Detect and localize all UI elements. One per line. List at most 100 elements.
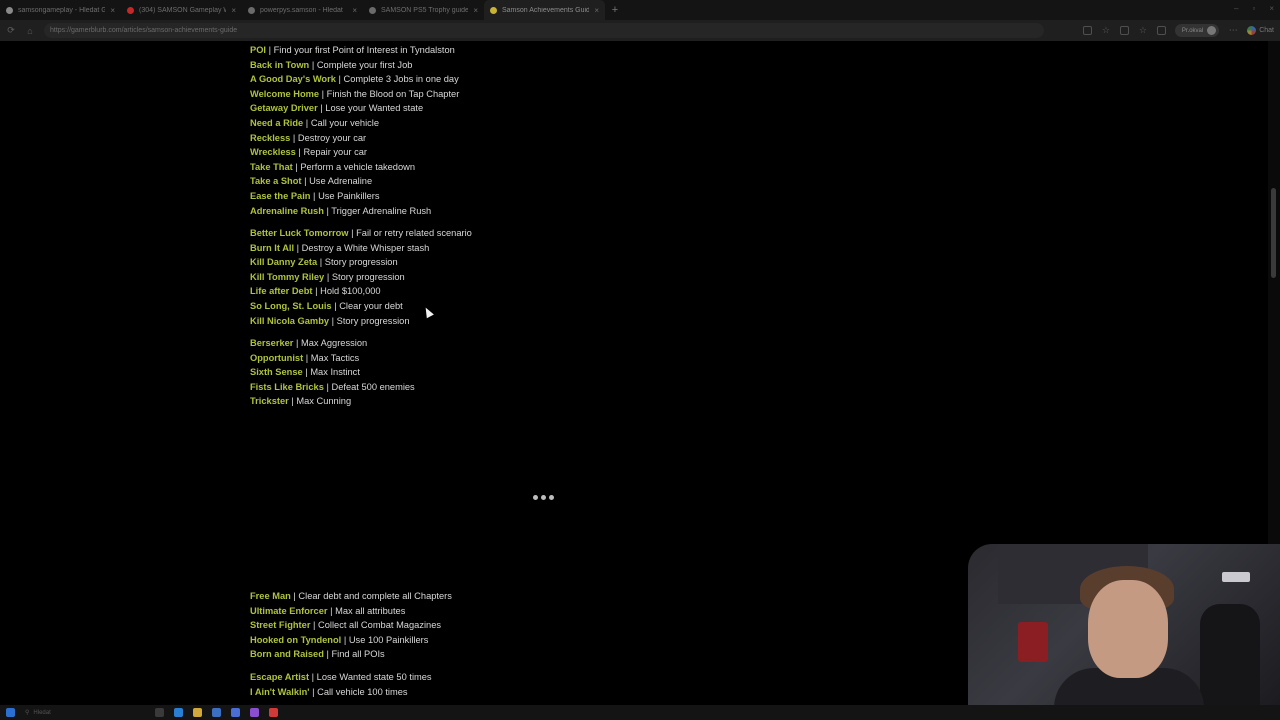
tab-close-icon[interactable]: ×	[110, 6, 115, 15]
achievement-name: Reckless	[250, 132, 291, 143]
achievement-item: Wreckless | Repair your car	[250, 145, 459, 160]
tab-favicon-icon	[6, 6, 13, 14]
extensions-icon[interactable]	[1082, 26, 1092, 35]
achievement-group: Berserker | Max Aggression Opportunist | …	[250, 336, 415, 409]
achievement-description: Destroy your car	[297, 132, 367, 143]
taskbar-search[interactable]: ⚲ Hledat	[25, 709, 145, 717]
tab-close-icon[interactable]: ×	[352, 6, 357, 15]
achievement-name: Kill Tommy Riley	[250, 271, 325, 282]
achievement-description: Find your first Point of Interest in Tyn…	[273, 45, 455, 55]
bookmark-star-icon[interactable]: ☆	[1101, 25, 1111, 36]
favorites-icon[interactable]: ☆	[1138, 25, 1148, 36]
separator: |	[312, 286, 321, 297]
store-icon[interactable]	[212, 708, 221, 717]
achievement-description: Complete 3 Jobs in one day	[343, 74, 459, 85]
edge-icon[interactable]	[174, 708, 183, 717]
achievement-item: Kill Danny Zeta | Story progression	[250, 255, 472, 270]
new-tab-button[interactable]: +	[607, 2, 623, 18]
tab-close-icon[interactable]: ×	[594, 6, 599, 15]
copilot-chat-button[interactable]: Chat	[1247, 26, 1274, 35]
home-icon[interactable]: ⌂	[25, 26, 35, 36]
close-window-icon[interactable]: ×	[1269, 4, 1274, 13]
achievement-item: Ultimate Enforcer | Max all attributes	[250, 604, 452, 619]
reload-icon[interactable]: ⟳	[6, 25, 16, 36]
achievement-item: Getaway Driver | Lose your Wanted state	[250, 101, 459, 116]
achievement-item: Life after Debt | Hold $100,000	[250, 284, 472, 299]
obs-icon[interactable]	[250, 708, 259, 717]
profile-label: Pr.okval	[1181, 27, 1204, 34]
start-icon[interactable]	[6, 708, 15, 717]
achievement-description: Use Adrenaline	[309, 176, 373, 187]
achievement-description: Story progression	[331, 271, 405, 282]
achievement-name: Wreckless	[250, 147, 296, 158]
more-menu-icon[interactable]: ⋯	[1228, 25, 1238, 36]
achievement-item: Reckless | Destroy your car	[250, 131, 459, 146]
achievement-description: Lose your Wanted state	[325, 103, 424, 114]
chrome-icon[interactable]	[269, 708, 278, 717]
profile-button[interactable]: Pr.okval	[1174, 24, 1220, 37]
achievement-description: Defeat 500 enemies	[331, 381, 415, 392]
achievement-name: Street Fighter	[250, 620, 311, 631]
separator: |	[341, 634, 349, 645]
browser-tab[interactable]: samsongameplay - Hledat Googl... ×	[0, 0, 121, 20]
task-view-icon[interactable]	[155, 708, 164, 717]
achievement-item: I Ain't Walkin' | Call vehicle 100 times	[250, 685, 432, 700]
loading-indicator	[533, 495, 554, 500]
achievement-item: Fists Like Bricks | Defeat 500 enemies	[250, 380, 415, 395]
os-taskbar: ⚲ Hledat	[0, 705, 1280, 720]
browser-tab[interactable]: Samson Achievements Guide ×	[484, 0, 605, 20]
achievement-description: Trigger Adrenaline Rush	[331, 205, 432, 216]
separator: |	[309, 672, 317, 682]
achievement-item: Opportunist | Max Tactics	[250, 351, 415, 366]
achievement-item: Burn It All | Destroy a White Whisper st…	[250, 241, 472, 256]
achievement-item: Take That | Perform a vehicle takedown	[250, 160, 459, 175]
achievement-name: Trickster	[250, 396, 289, 407]
achievement-item: Adrenaline Rush | Trigger Adrenaline Rus…	[250, 204, 459, 219]
tab-label: Samson Achievements Guide	[502, 6, 590, 14]
teams-icon[interactable]	[231, 708, 240, 717]
separator: |	[327, 605, 336, 616]
avatar	[1207, 26, 1217, 35]
achievement-description: Finish the Blood on Tap Chapter	[326, 88, 460, 99]
achievement-name: Fists Like Bricks	[250, 381, 324, 392]
minimize-icon[interactable]: –	[1234, 4, 1238, 13]
tab-label: SAMSON PS5 Trophy guide - Hle...	[381, 6, 469, 14]
achievement-description: Clear your debt	[339, 300, 403, 311]
achievement-name: POI	[250, 45, 267, 55]
achievement-name: I Ain't Walkin'	[250, 686, 310, 697]
achievement-name: Ease the Pain	[250, 190, 311, 201]
browser-tab[interactable]: (304) SAMSON Gameplay Walkth... ×	[121, 0, 242, 20]
achievement-description: Use 100 Painkillers	[348, 634, 429, 645]
achievement-group: Better Luck Tomorrow | Fail or retry rel…	[250, 226, 472, 328]
browser-tab[interactable]: SAMSON PS5 Trophy guide - Hle... ×	[363, 0, 484, 20]
achievement-item: Free Man | Clear debt and complete all C…	[250, 589, 452, 604]
achievement-name: Welcome Home	[250, 88, 320, 99]
tab-favicon-icon	[248, 6, 255, 14]
achievement-group: POI | Find your first Point of Interest …	[250, 43, 459, 218]
maximize-icon[interactable]: ▫	[1252, 4, 1255, 13]
separator: |	[293, 338, 302, 348]
tab-close-icon[interactable]: ×	[231, 6, 236, 15]
url-text: https://gamerblurb.com/articles/samson-a…	[50, 27, 238, 34]
achievement-name: Born and Raised	[250, 649, 324, 660]
achievement-item: Kill Nicola Gamby | Story progression	[250, 314, 472, 329]
achievement-item: Better Luck Tomorrow | Fail or retry rel…	[250, 226, 472, 241]
browser-tab[interactable]: powerpys.samson - Hledat ×	[242, 0, 363, 20]
split-view-icon[interactable]	[1119, 26, 1129, 35]
webcam-overlay	[968, 544, 1280, 720]
window-controls: – ▫ ×	[1234, 4, 1274, 13]
achievement-description: Find all POIs	[331, 649, 385, 660]
achievement-name: Back in Town	[250, 59, 310, 70]
collections-icon[interactable]	[1156, 26, 1166, 35]
address-bar[interactable]: https://gamerblurb.com/articles/samson-a…	[44, 23, 1044, 38]
achievement-description: Max Aggression	[301, 338, 368, 348]
tab-close-icon[interactable]: ×	[473, 6, 478, 15]
scrollbar-thumb[interactable]	[1271, 188, 1276, 278]
achievement-name: Opportunist	[250, 352, 304, 363]
file-explorer-icon[interactable]	[193, 708, 202, 717]
achievement-item: Hooked on Tyndenol | Use 100 Painkillers	[250, 633, 452, 648]
achievement-name: Burn It All	[250, 242, 295, 253]
achievement-description: Clear debt and complete all Chapters	[298, 591, 452, 601]
achievement-description: Story progression	[324, 257, 398, 268]
separator: |	[323, 381, 332, 392]
